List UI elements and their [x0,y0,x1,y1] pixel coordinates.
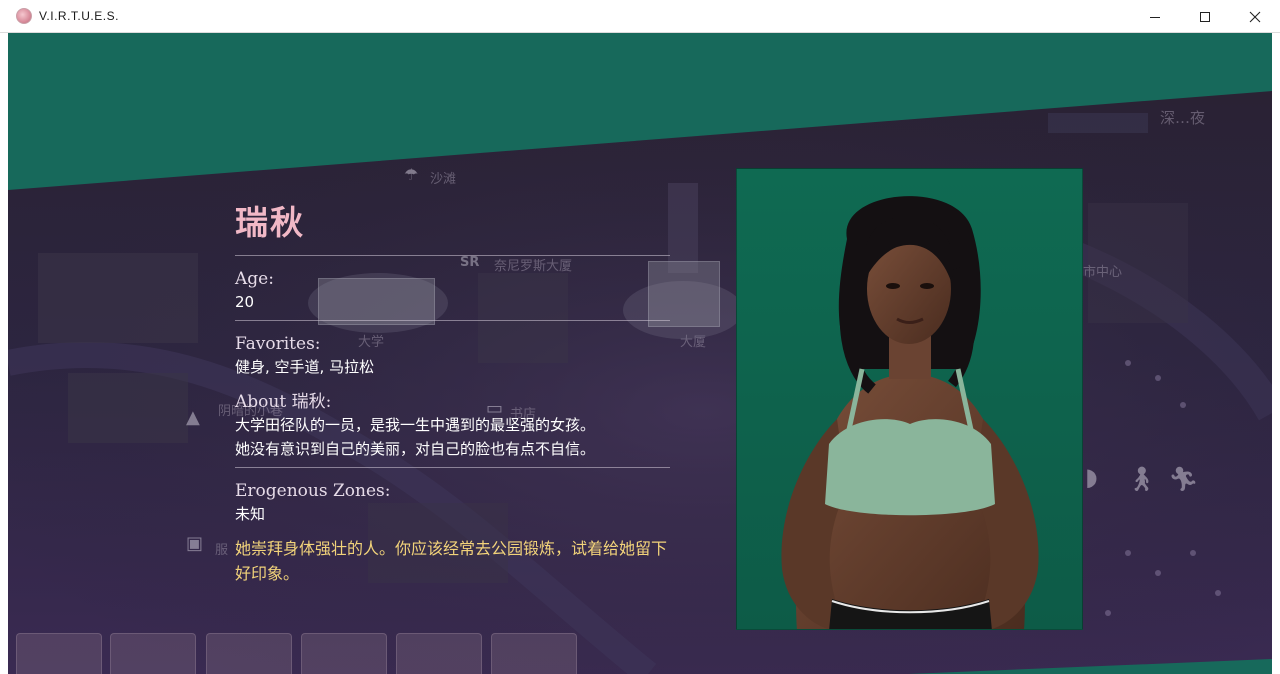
erogenous-zones-value: 未知 [235,505,266,523]
hint-line-1: 她崇拜身体强壮的人。你应该经常去公园锻炼，试着给她留下 [235,539,668,558]
character-thumbnail[interactable] [301,633,387,674]
character-thumbnail[interactable] [206,633,292,674]
run-icon[interactable]: 🏃︎ [1168,465,1198,493]
about-line-2: 她没有意识到自己的美丽，对自己的脸也有点不自信。 [235,440,596,458]
time-of-day: 深…夜 [1160,109,1206,127]
hint-text: 她崇拜身体强壮的人。你应该经常去公园锻炼，试着给她留下 好印象。 [235,536,705,586]
erogenous-zones-label: Erogenous Zones: [235,481,391,501]
app-icon [16,8,32,24]
character-portrait [736,168,1083,630]
window-controls [1130,0,1280,33]
minimize-icon [1150,16,1160,18]
hint-line-2: 好印象。 [235,564,300,583]
divider [235,255,670,256]
character-portrait-illustration [781,196,1039,629]
favorites-value: 健身, 空手道, 马拉松 [235,358,375,376]
shirt-icon: ▣ [186,533,204,554]
game-viewport: 沙滩 奈尼罗斯大厦 SR 大学 大厦 市中心 阴暗的小巷 书店 服 深…夜 ☂ … [8,33,1272,674]
map-label-clothing[interactable]: 服 [215,539,228,558]
character-thumbnail[interactable] [16,633,102,674]
window-title: V.I.R.T.U.E.S. [39,9,119,23]
walk-icon[interactable]: 🚶︎ [1126,465,1156,493]
minimize-button[interactable] [1130,0,1180,33]
bus-icon[interactable]: ◗ [1085,463,1098,491]
window-titlebar: V.I.R.T.U.E.S. [0,0,1280,33]
about-line-1: 大学田径队的一员，是我一生中遇到的最坚强的女孩。 [235,416,596,434]
map-label-beach[interactable]: 沙滩 [430,168,456,187]
age-label: Age: [235,269,274,289]
umbrella-icon: ☂ [404,165,419,184]
character-thumbnail[interactable] [110,633,196,674]
close-button[interactable] [1230,0,1280,33]
divider [235,467,670,468]
character-thumbnail[interactable] [396,633,482,674]
divider [235,320,670,321]
up-arrow-icon: ▲ [186,407,200,428]
close-icon [1249,11,1261,22]
maximize-icon [1200,11,1210,22]
favorites-label: Favorites: [235,334,321,354]
character-info-panel: 瑞秋 Age: 20 Favorites: 健身, 空手道, 马拉松 About… [235,201,675,586]
character-name: 瑞秋 [235,203,305,242]
about-label: About 瑞秋: [235,392,332,412]
map-label-downtown[interactable]: 市中心 [1083,261,1122,280]
age-value: 20 [235,293,255,311]
maximize-button[interactable] [1180,0,1230,33]
character-thumbnail[interactable] [491,633,577,674]
